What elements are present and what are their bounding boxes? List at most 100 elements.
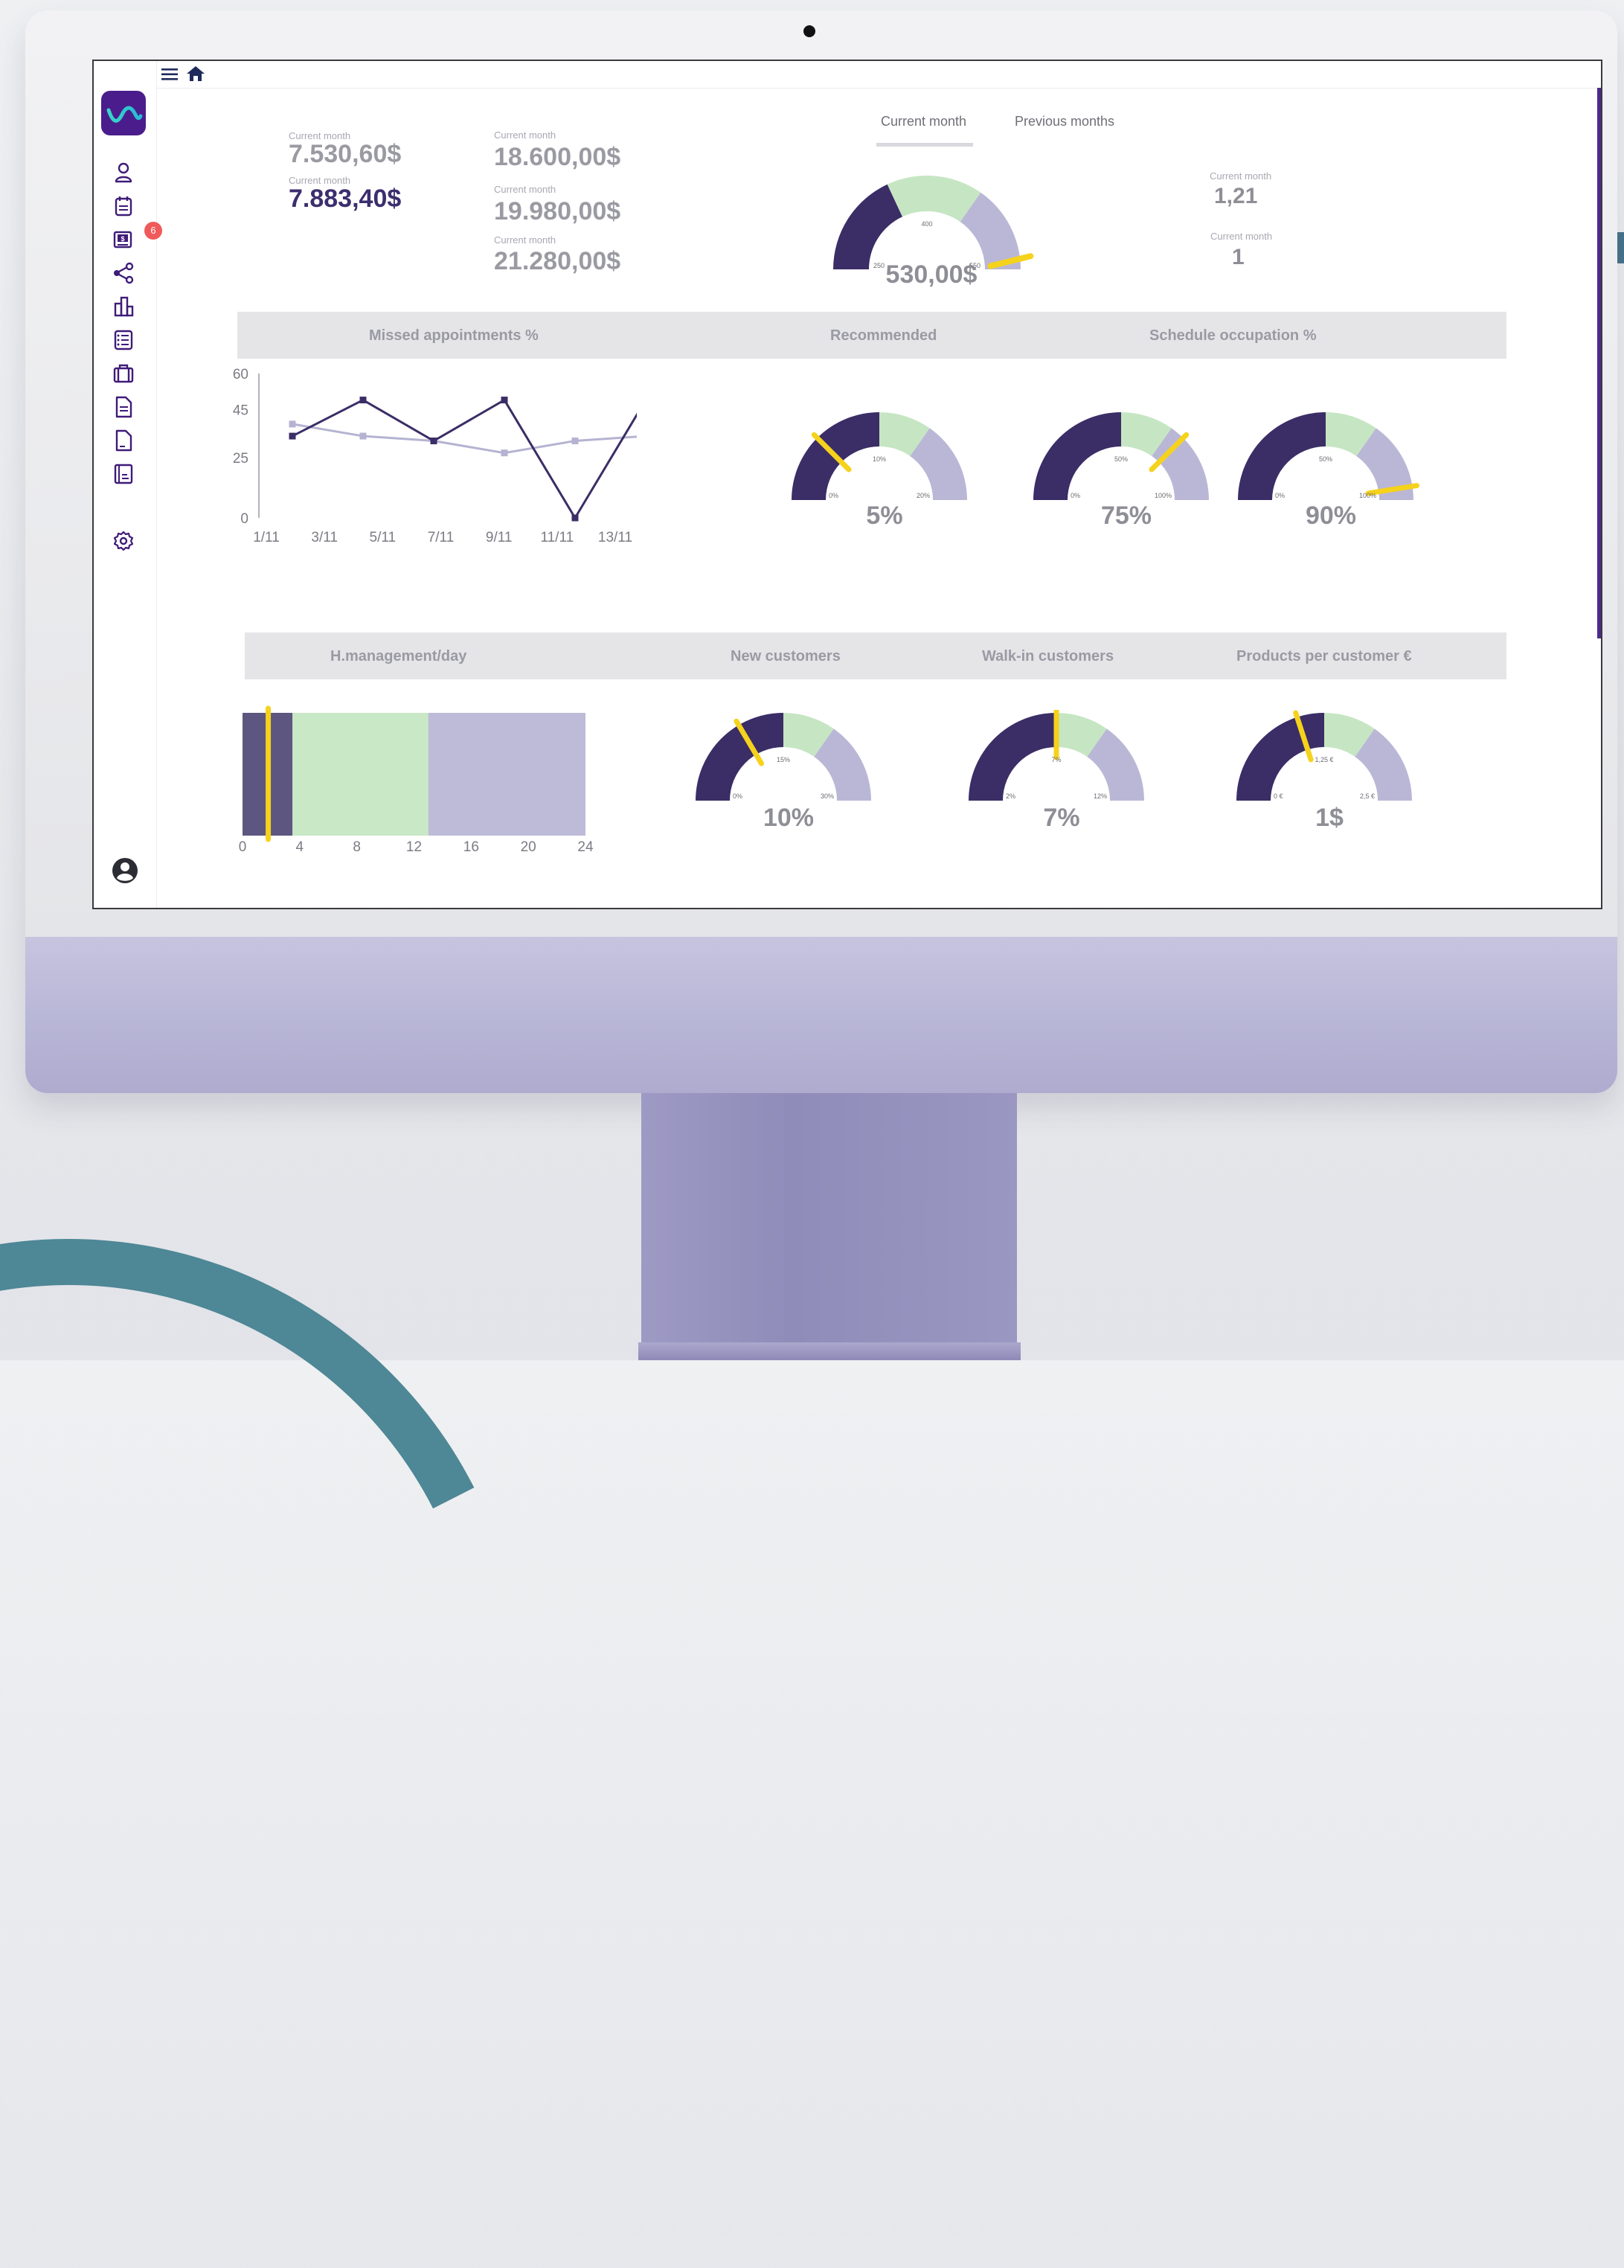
monitor-stand: [641, 1093, 1017, 1360]
products-per-customer-gauge-value: 1$: [1315, 804, 1344, 832]
data-point: [289, 432, 296, 440]
gauge-segment-low: [833, 184, 903, 269]
gauge-min-label: 2%: [1006, 792, 1015, 800]
y-tick-label: 60: [233, 367, 248, 382]
buildings-icon[interactable]: [110, 293, 137, 320]
x-tick-label: 3/11: [311, 530, 338, 545]
line-series: [292, 423, 637, 455]
gauge-max-label: 100%: [1155, 492, 1172, 499]
briefcase-icon[interactable]: [110, 360, 137, 387]
gauge-mid-label: 7%: [1051, 756, 1061, 763]
header-recommended: Recommended: [830, 327, 937, 344]
sidebar: $ 6: [94, 61, 162, 908]
account-circle-icon[interactable]: [110, 856, 140, 885]
x-tick-label: 11/11: [540, 530, 574, 545]
dashboard-screen: $ 6 Current month 7.530,60$ Current mont…: [92, 60, 1602, 909]
monitor-chin: [25, 937, 1617, 1093]
gauge-max-label: 30%: [821, 792, 834, 800]
gauge-min-label: 0%: [1071, 492, 1080, 499]
summary-value: 7.530,60$: [289, 140, 402, 168]
app-logo[interactable]: [101, 91, 146, 135]
header-missed-appointments: Missed appointments %: [369, 327, 539, 344]
calendar-icon[interactable]: [110, 193, 137, 220]
gauge-segment-low: [969, 713, 1056, 801]
report-icon[interactable]: [110, 461, 137, 487]
data-point: [571, 438, 579, 445]
summary-value: 1,21: [1214, 184, 1258, 208]
summary-label: Current month: [1210, 231, 1273, 242]
header-schedule-occupation: Schedule occupation %: [1149, 327, 1317, 344]
header-h-management: H.management/day: [330, 648, 467, 664]
gauge-min-label: 0%: [829, 492, 838, 499]
x-tick-label: 9/11: [486, 530, 513, 545]
data-point: [289, 420, 296, 428]
document-icon[interactable]: [110, 394, 137, 420]
user-icon[interactable]: [110, 159, 137, 186]
x-tick-label: 24: [577, 839, 594, 855]
home-icon[interactable]: [186, 65, 205, 83]
walk-in-customers-gauge-value: 7%: [1043, 804, 1080, 832]
gauge-max-label: 100%: [1359, 492, 1376, 499]
line-series: [292, 398, 637, 520]
gauge-mid-label: 15%: [777, 756, 790, 763]
share-icon[interactable]: [110, 260, 137, 286]
gauge-min-label: 0%: [733, 792, 742, 800]
gauge-max-label: 12%: [1094, 792, 1107, 800]
x-tick-label: 12: [406, 839, 422, 855]
file-icon[interactable]: [110, 427, 137, 454]
data-point: [430, 438, 437, 445]
gauge-min-label: 250: [873, 262, 885, 269]
hamburger-icon[interactable]: [161, 66, 179, 83]
gauge-max-label: 2,5 €: [1360, 792, 1375, 800]
monitor: $ 6 Current month 7.530,60$ Current mont…: [25, 10, 1617, 1093]
top-bar: [156, 61, 1601, 89]
gauge-mid-label: 50%: [1114, 455, 1128, 463]
schedule-occupation-gauge-2-value: 90%: [1305, 502, 1357, 530]
summary-value: 7.883,40$: [289, 185, 402, 213]
gauge-mid-label: 400: [921, 220, 932, 228]
data-point: [359, 397, 367, 404]
missed-appointments-line-chart: 0 25 45 60 1/11 3/11 5/11 7/11 9/11 11/11 13/11: [233, 367, 637, 545]
x-tick-label: 13/11: [598, 530, 632, 545]
data-point: [501, 449, 508, 457]
y-tick-label: 45: [233, 403, 248, 419]
data-point: [359, 432, 367, 440]
summary-value: 18.600,00$: [494, 143, 621, 171]
x-tick-label: 8: [353, 839, 361, 855]
data-point: [571, 514, 579, 522]
gauge-mid-label: 50%: [1319, 455, 1332, 463]
recommended-gauge-value: 5%: [866, 502, 903, 530]
header-products-per-customer: Products per customer €: [1236, 648, 1412, 664]
gauge-min-label: 0%: [1275, 492, 1285, 499]
summary-value: 19.980,00$: [494, 197, 621, 225]
monitor-stand-foot: [638, 1342, 1021, 1360]
tab-current-month[interactable]: Current month: [881, 114, 966, 129]
summary-label: Current month: [1210, 170, 1272, 182]
x-tick-label: 5/11: [370, 530, 397, 545]
checklist-icon[interactable]: [110, 327, 137, 353]
tab-previous-months[interactable]: Previous months: [1015, 114, 1114, 129]
schedule-occupation-gauge-value: 75%: [1100, 502, 1152, 530]
summary-value: 21.280,00$: [494, 247, 621, 275]
gauge-mid-label: 1,25 €: [1315, 756, 1333, 763]
notification-badge: 6: [144, 222, 162, 240]
svg-text:$: $: [121, 235, 124, 243]
scrollbar[interactable]: [1597, 88, 1601, 638]
gauge-segment-low: [1238, 412, 1326, 500]
wave-logo-icon: [106, 106, 143, 123]
x-tick-label: 7/11: [428, 530, 455, 545]
billing-icon[interactable]: $ 6: [110, 222, 162, 253]
new-customers-gauge-value: 10%: [763, 804, 815, 832]
y-tick-label: 25: [233, 451, 248, 467]
header-new-customers: New customers: [731, 648, 841, 664]
camera-dot: [803, 25, 815, 37]
x-tick-label: 1/11: [253, 530, 280, 545]
bar-segment: [292, 713, 429, 836]
x-tick-label: 4: [296, 839, 304, 855]
data-point: [501, 397, 508, 404]
settings-icon[interactable]: [110, 528, 137, 554]
x-tick-label: 0: [239, 839, 247, 855]
gauge-max-label: 20%: [917, 492, 930, 499]
main-gauge-value: 530,00$: [885, 260, 978, 289]
summary-label: Current month: [494, 129, 556, 141]
